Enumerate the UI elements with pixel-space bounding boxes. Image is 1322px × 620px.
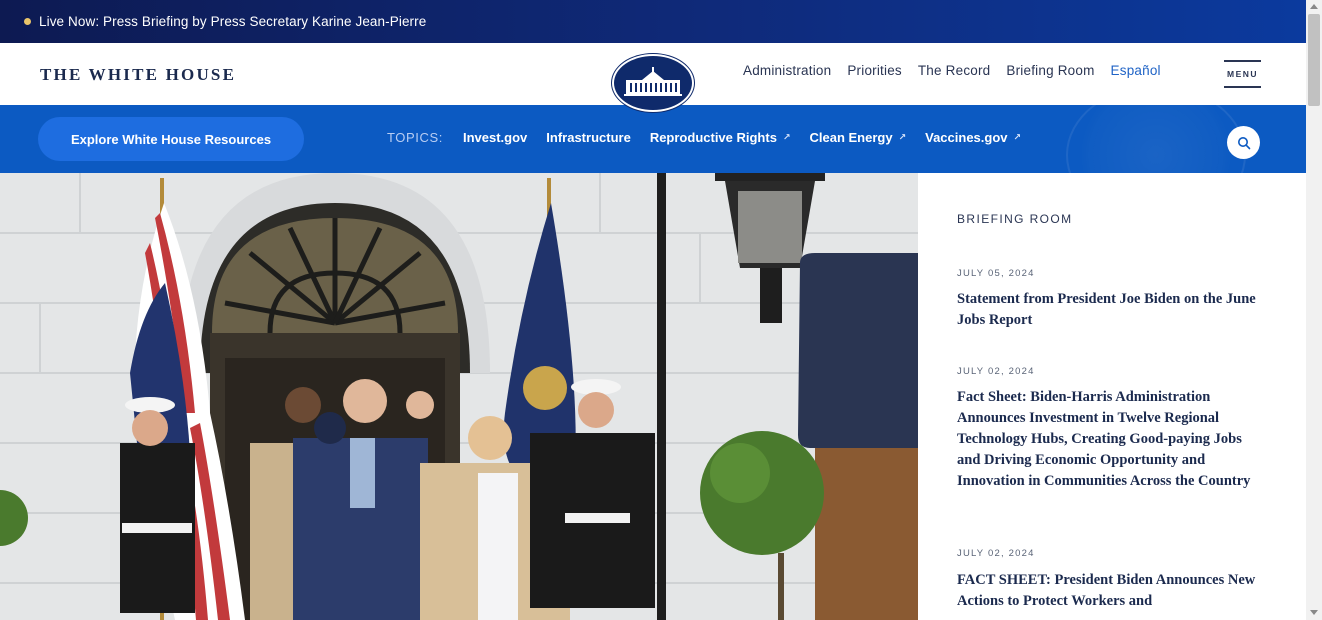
search-icon xyxy=(1237,136,1250,149)
nav-briefing-room[interactable]: Briefing Room xyxy=(1006,63,1094,78)
white-house-building-icon xyxy=(624,67,682,96)
topic-reproductive-rights[interactable]: Reproductive Rights ↗ xyxy=(650,130,791,145)
external-link-icon: ↗ xyxy=(898,132,907,142)
nav-administration[interactable]: Administration xyxy=(743,63,831,78)
topics-bar: Explore White House Resources TOPICS: In… xyxy=(0,105,1306,173)
topic-invest-gov[interactable]: Invest.gov xyxy=(463,130,527,145)
nav-espanol[interactable]: Español xyxy=(1111,63,1161,78)
external-link-icon: ↗ xyxy=(1013,132,1022,142)
nav-the-record[interactable]: The Record xyxy=(918,63,991,78)
scroll-down-arrow-icon[interactable] xyxy=(1310,610,1318,615)
menu-underline xyxy=(1224,86,1261,88)
menu-button[interactable]: MENU xyxy=(1224,60,1261,88)
seal-watermark-icon xyxy=(1066,105,1246,173)
nav-priorities[interactable]: Priorities xyxy=(847,63,902,78)
external-link-icon: ↗ xyxy=(782,132,791,142)
hero-photo-illustration xyxy=(0,173,918,620)
topics-label: TOPICS: xyxy=(387,130,443,145)
scroll-up-arrow-icon[interactable] xyxy=(1310,4,1318,9)
live-indicator-dot xyxy=(24,18,31,25)
briefing-room-heading[interactable]: BRIEFING ROOM xyxy=(957,212,1073,226)
search-button[interactable] xyxy=(1227,126,1260,159)
briefing-item-date: JULY 05, 2024 xyxy=(957,268,1035,279)
briefing-item-title[interactable]: Statement from President Joe Biden on th… xyxy=(957,289,1267,331)
topics-list: TOPICS: Invest.gov Infrastructure Reprod… xyxy=(387,130,1040,145)
hero-photo[interactable] xyxy=(0,173,918,620)
hamburger-menu-icon xyxy=(1224,60,1261,62)
white-house-seal-icon[interactable] xyxy=(612,54,694,112)
briefing-item-date: JULY 02, 2024 xyxy=(957,548,1035,559)
topic-vaccines-gov[interactable]: Vaccines.gov ↗ xyxy=(925,130,1021,145)
briefing-room-panel: BRIEFING ROOM JULY 05, 2024 Statement fr… xyxy=(918,173,1306,620)
briefing-item-title[interactable]: Fact Sheet: Biden-Harris Administration … xyxy=(957,387,1267,492)
topic-clean-energy[interactable]: Clean Energy ↗ xyxy=(809,130,906,145)
topic-infrastructure[interactable]: Infrastructure xyxy=(546,130,631,145)
explore-resources-button[interactable]: Explore White House Resources xyxy=(38,117,304,161)
site-title[interactable]: THE WHITE HOUSE xyxy=(40,65,236,85)
live-now-banner[interactable]: Live Now: Press Briefing by Press Secret… xyxy=(0,0,1306,43)
menu-label: MENU xyxy=(1226,69,1259,79)
scroll-thumb[interactable] xyxy=(1308,14,1320,106)
page-scrollbar[interactable] xyxy=(1306,0,1322,620)
main-nav: Administration Priorities The Record Bri… xyxy=(743,63,1177,78)
live-banner-text[interactable]: Live Now: Press Briefing by Press Secret… xyxy=(39,14,426,29)
briefing-item-date: JULY 02, 2024 xyxy=(957,366,1035,377)
briefing-item-title[interactable]: FACT SHEET: President Biden Announces Ne… xyxy=(957,570,1267,612)
site-header: THE WHITE HOUSE Administration Prioritie… xyxy=(0,43,1306,112)
